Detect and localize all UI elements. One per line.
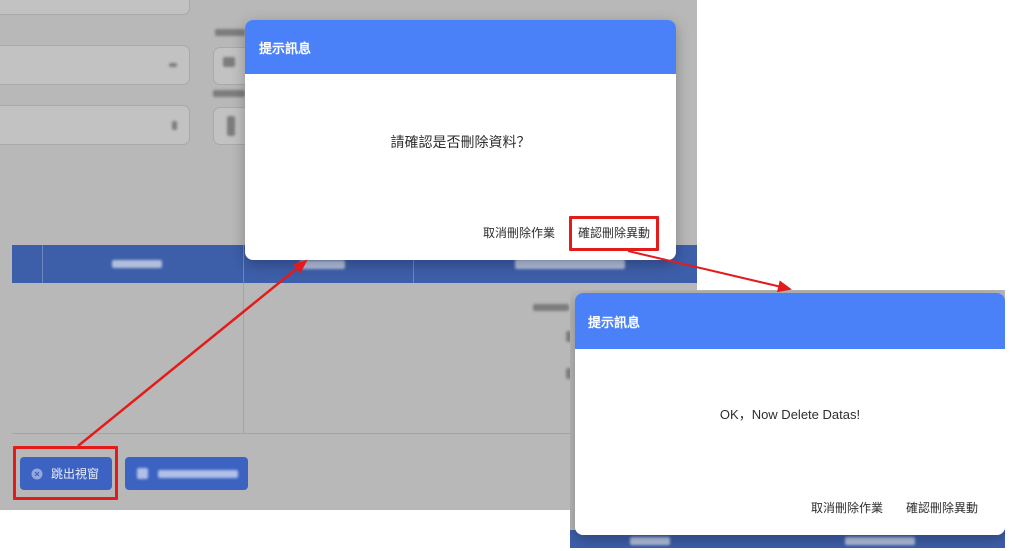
page: 跳出視窗 提示訊息 請確認是否刪除資料？ 取消刪除作業 確認刪除異動 提示訊息 … (0, 0, 1017, 551)
arrow-to-confirm-dialog (77, 259, 308, 447)
arrow-to-result-dialog (627, 250, 792, 293)
annotation-arrows (77, 250, 792, 447)
